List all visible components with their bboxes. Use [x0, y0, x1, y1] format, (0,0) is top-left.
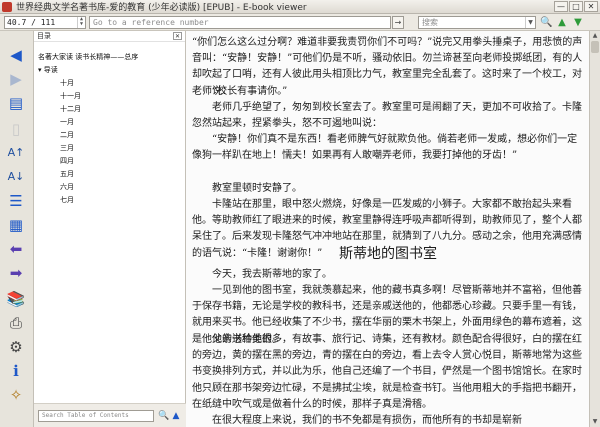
toc-item[interactable]: 十二月 — [60, 104, 81, 114]
search-placeholder: 搜索 — [422, 18, 438, 27]
vertical-scrollbar[interactable]: ▲ ▼ — [589, 31, 600, 427]
dropdown-icon[interactable]: ▼ — [525, 17, 535, 28]
toc-item[interactable]: 名著大家读 读书长精神——总序 — [38, 52, 138, 62]
toc-search-bar: Search Table of Contents 🔍 ▲ — [34, 403, 186, 427]
toc-header: 目录 ✕ — [34, 31, 185, 42]
toc-item[interactable]: 十月 — [60, 78, 74, 88]
top-toolbar: 40.7 / 111 ▲ ▼ Go to a reference number →… — [0, 14, 600, 31]
title-bar: 世界经典文学名著书库-爱的教育 (少年必读版) [EPUB] - E-book … — [0, 0, 600, 14]
toc-item-label: 导读 — [43, 66, 58, 74]
toc-search-input[interactable]: Search Table of Contents — [38, 410, 154, 422]
go-to-reference-button[interactable]: → — [392, 16, 404, 29]
forward-icon[interactable]: ▶ — [5, 69, 27, 89]
close-button[interactable]: ✕ — [584, 1, 598, 12]
reference-mode-icon[interactable]: ☰ — [5, 191, 27, 211]
table-of-contents-panel: 目录 ✕ 名著大家读 读书长精神——总序 ▾ 导读 十月 十一月 十二月 一月 … — [34, 31, 186, 427]
toc-item[interactable]: 二月 — [60, 130, 74, 140]
reference-input[interactable]: Go to a reference number — [89, 16, 391, 29]
body-paragraph: 教室里顿时安静了。 — [212, 183, 302, 194]
page-number-value: 40.7 / 111 — [7, 18, 56, 27]
toc-item[interactable]: ▾ 导读 — [38, 65, 58, 75]
find-previous-icon[interactable]: ▲ — [556, 17, 568, 28]
search-input[interactable]: 搜索 ▼ — [418, 16, 536, 29]
maximize-button[interactable]: □ — [569, 1, 583, 12]
scrollbar-thumb[interactable] — [591, 41, 599, 53]
chevron-down-icon[interactable]: ▾ — [38, 66, 42, 74]
toc-find-previous-icon[interactable]: ▲ — [171, 410, 181, 422]
toc-close-icon[interactable]: ✕ — [173, 32, 182, 40]
toc-title: 目录 — [37, 32, 51, 40]
minimize-button[interactable]: — — [554, 1, 568, 12]
preferences-icon[interactable]: ⚙ — [5, 337, 27, 357]
body-paragraph: 在很大程度上来说，我们的书不免都是有损伤，而他所有的书却是崭新 — [212, 415, 522, 426]
toc-item[interactable]: 六月 — [60, 182, 74, 192]
window-title: 世界经典文学名著书库-爱的教育 (少年必读版) [EPUB] - E-book … — [16, 3, 307, 13]
back-icon[interactable]: ◀ — [5, 45, 27, 65]
toc-search-icon[interactable]: 🔍 — [158, 410, 169, 422]
toc-item[interactable]: 一月 — [60, 117, 74, 127]
app-icon — [2, 1, 12, 12]
find-next-icon[interactable]: ▼ — [572, 17, 584, 28]
toc-item[interactable]: 四月 — [60, 156, 74, 166]
body-paragraph: 今天，我去斯蒂地的家了。 — [212, 269, 332, 280]
body-paragraph: “安静！你们真不是东西！看老师脾气好就欺负他。倘若老师一发威，想必你们一定像狗一… — [192, 134, 578, 162]
book-content-view[interactable]: “你们怎么这么过分啊？难道非要我责罚你们不可吗？”说完又用拳头捶桌子，用悲愤的声… — [186, 31, 589, 427]
body-paragraph: 他的书种类很多，有故事、旅行记、诗集，还有教材。颜色配合得很好，白的摆在红的旁边… — [192, 334, 582, 410]
font-size-larger-icon[interactable]: A↑ — [5, 143, 27, 163]
copy-icon[interactable]: ▯ — [5, 119, 27, 139]
page-number-spinbox[interactable]: 40.7 / 111 ▲ ▼ — [4, 16, 86, 29]
library-icon[interactable]: 📚 — [5, 289, 27, 309]
scroll-down-icon[interactable]: ▼ — [591, 418, 599, 426]
book-bookmarks-icon[interactable]: ▦ — [5, 215, 27, 235]
print-icon[interactable]: ⎙ — [5, 313, 27, 333]
search-icon[interactable]: 🔍 — [540, 17, 552, 28]
metadata-info-icon[interactable]: ℹ — [5, 361, 27, 381]
body-paragraph: “校长有事请你。” — [212, 86, 288, 97]
font-size-smaller-icon[interactable]: A↓ — [5, 167, 27, 187]
ebook-viewer-window: 世界经典文学名著书库-爱的教育 (少年必读版) [EPUB] - E-book … — [0, 0, 600, 427]
full-screen-icon[interactable]: ✧ — [5, 385, 27, 405]
next-page-icon[interactable]: ➡ — [5, 263, 27, 283]
toc-item[interactable]: 五月 — [60, 169, 74, 179]
chapter-title: 斯蒂地的图书室 — [339, 246, 437, 262]
toc-item[interactable]: 七月 — [60, 195, 74, 205]
body-paragraph: 老师几乎绝望了，匆匆到校长室去了。教室里可是闹翻了天，更加不可收拾了。卡隆忽然站… — [192, 102, 582, 130]
window-controls: — □ ✕ — [554, 1, 598, 12]
toggle-toc-icon[interactable]: ▤ — [5, 93, 27, 113]
scroll-up-icon[interactable]: ▲ — [591, 32, 599, 40]
toc-item[interactable]: 十一月 — [60, 91, 81, 101]
previous-page-icon[interactable]: ⬅ — [5, 239, 27, 259]
left-action-bar: ◀ ▶ ▤ ▯ A↑ A↓ ☰ ▦ ⬅ ➡ 📚 ⎙ ⚙ ℹ ✧ — [0, 31, 34, 427]
spin-arrows-icon[interactable]: ▲ ▼ — [77, 17, 85, 28]
toc-item[interactable]: 三月 — [60, 143, 74, 153]
